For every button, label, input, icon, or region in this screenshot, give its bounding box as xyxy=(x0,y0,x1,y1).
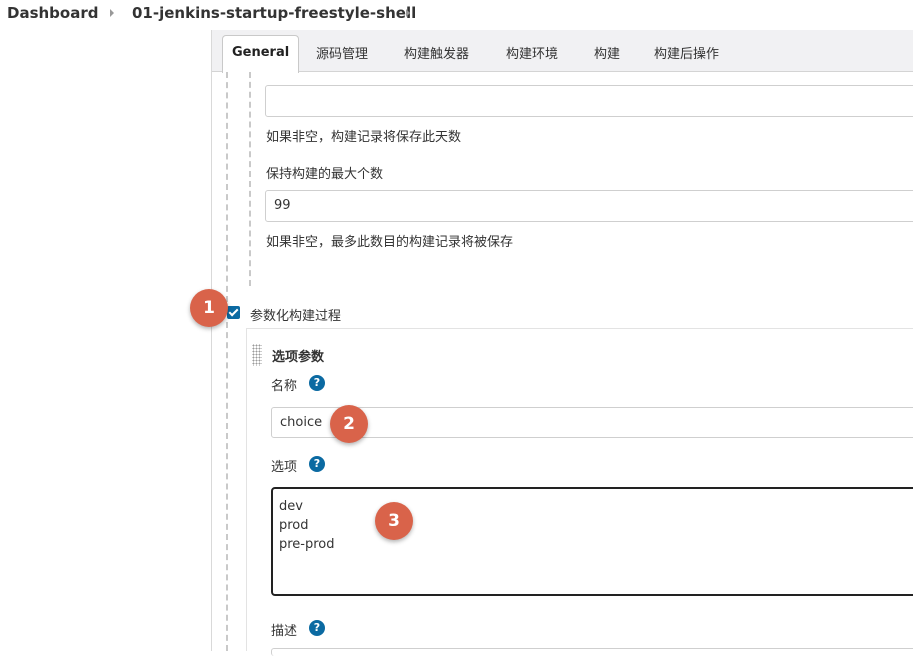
help-icon[interactable]: ? xyxy=(309,375,325,391)
annotation-badge-3: 3 xyxy=(375,502,413,540)
breadcrumb-chevron-icon[interactable] xyxy=(110,9,114,17)
section-guide xyxy=(226,322,228,651)
annotation-badge-1: 1 xyxy=(190,289,228,327)
breadcrumb-job-link[interactable]: 01-jenkins-startup-freestyle-shell xyxy=(132,4,416,22)
help-icon[interactable]: ? xyxy=(309,620,325,636)
tab-build-triggers[interactable]: 构建触发器 xyxy=(404,43,469,62)
main-divider xyxy=(211,30,212,651)
max-builds-label: 保持构建的最大个数 xyxy=(266,167,384,182)
help-icon[interactable]: ? xyxy=(309,456,325,472)
breadcrumb: Dashboard 01-jenkins-startup-freestyle-s… xyxy=(0,0,913,30)
annotation-badge-2: 2 xyxy=(330,405,368,443)
param-name-label: 名称 xyxy=(271,379,298,394)
side-panel xyxy=(0,30,212,651)
tab-source-code[interactable]: 源码管理 xyxy=(316,43,368,62)
breadcrumb-chevron-icon[interactable] xyxy=(406,9,410,17)
drag-handle-icon[interactable] xyxy=(252,344,262,366)
param-description-input[interactable] xyxy=(271,648,913,656)
days-help-text: 如果非空，构建记录将保存此天数 xyxy=(266,130,462,145)
tab-build[interactable]: 构建 xyxy=(594,43,620,62)
tab-build-environment[interactable]: 构建环境 xyxy=(506,43,558,62)
parameterized-label: 参数化构建过程 xyxy=(250,309,342,324)
parameterized-checkbox[interactable] xyxy=(227,306,240,319)
param-description-label: 描述 xyxy=(271,624,298,639)
tab-post-build[interactable]: 构建后操作 xyxy=(654,43,719,62)
breadcrumb-dashboard-link[interactable]: Dashboard xyxy=(7,4,98,22)
max-builds-help-text: 如果非空，最多此数目的构建记录将被保存 xyxy=(266,235,514,250)
section-guide xyxy=(226,72,228,302)
max-builds-input[interactable]: 99 xyxy=(265,190,913,222)
tab-general[interactable]: General xyxy=(222,35,300,73)
param-choices-textarea[interactable]: dev prod pre-prod xyxy=(271,487,913,596)
config-tabbar: General 源码管理 构建触发器 构建环境 构建 构建后操作 xyxy=(212,30,913,73)
section-guide-inner xyxy=(249,72,251,286)
days-to-keep-input[interactable] xyxy=(265,85,913,117)
choice-parameter-title: 选项参数 xyxy=(272,350,325,365)
param-choices-label: 选项 xyxy=(271,460,298,475)
